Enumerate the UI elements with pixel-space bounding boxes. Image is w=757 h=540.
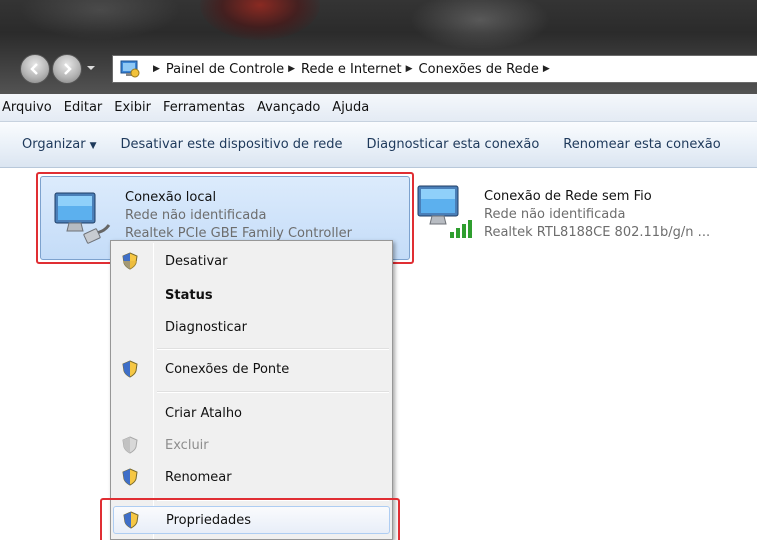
menu-file[interactable]: Arquivo: [0, 100, 60, 115]
ctx-item-bridge[interactable]: Conexões de Ponte: [113, 355, 390, 383]
menu-separator: [157, 348, 389, 350]
uac-shield-icon: [122, 360, 138, 378]
rename-connection-button[interactable]: Renomear esta conexão: [551, 137, 732, 152]
context-menu: Desativar Status Diagnosticar Conexões d…: [110, 240, 393, 540]
address-bar[interactable]: ▶ Painel de Controle ▶ Rede e Internet ▶ C…: [112, 55, 757, 83]
breadcrumb-network-internet[interactable]: Rede e Internet ▶: [301, 62, 419, 77]
diagnose-connection-button[interactable]: Diagnosticar esta conexão: [354, 137, 551, 152]
chevron-down-icon: ▼: [89, 141, 97, 151]
forward-arrow-icon: [64, 63, 72, 75]
back-button[interactable]: [20, 54, 50, 84]
forward-button[interactable]: [52, 54, 82, 84]
command-bar: Organizar ▼ Desativar este dispositivo de…: [0, 122, 757, 168]
ctx-item-diagnose[interactable]: Diagnosticar: [113, 313, 390, 341]
ctx-item-label: Excluir: [165, 437, 209, 453]
back-arrow-icon: [30, 63, 38, 75]
disable-device-button[interactable]: Desativar este dispositivo de rede: [108, 137, 354, 152]
menu-edit[interactable]: Editar: [60, 100, 111, 115]
breadcrumb-control-panel[interactable]: Painel de Controle ▶: [166, 62, 301, 77]
connection-adapter: Realtek RTL8188CE 802.11b/g/n ...: [484, 225, 711, 240]
ctx-item-label: Conexões de Ponte: [165, 361, 290, 377]
menu-separator: [157, 391, 389, 393]
control-panel-icon: [120, 60, 140, 78]
breadcrumb-network-connections[interactable]: Conexões de Rede ▶: [419, 62, 556, 77]
connection-status: Rede não identificada: [484, 207, 626, 222]
highlight-box-properties: [100, 498, 400, 540]
wireless-network-icon: [417, 185, 472, 238]
menu-view[interactable]: Exibir: [110, 100, 159, 115]
organize-button[interactable]: Organizar ▼: [0, 137, 108, 152]
ctx-item-shortcut[interactable]: Criar Atalho: [113, 399, 390, 427]
ctx-item-rename[interactable]: Renomear: [113, 463, 390, 491]
uac-shield-icon: [122, 436, 138, 454]
ctx-item-label: Renomear: [165, 469, 232, 485]
ctx-item-status[interactable]: Status: [113, 281, 390, 309]
ctx-item-label: Diagnosticar: [165, 319, 247, 335]
menu-tools[interactable]: Ferramentas: [159, 100, 253, 115]
window-titlebar: ▶ Painel de Controle ▶ Rede e Internet ▶ C…: [0, 0, 757, 94]
uac-shield-icon: [122, 252, 138, 270]
ctx-item-label: Status: [165, 287, 213, 303]
recent-pages-dropdown-icon[interactable]: [86, 63, 96, 73]
menu-help[interactable]: Ajuda: [328, 100, 377, 115]
breadcrumb-separator-icon[interactable]: ▶: [406, 64, 413, 74]
menu-bar: Arquivo Editar Exibir Ferramentas Avança…: [0, 94, 757, 122]
ctx-item-label: Desativar: [165, 253, 228, 269]
breadcrumb-separator-icon[interactable]: ▶: [543, 64, 550, 74]
breadcrumb-separator-icon[interactable]: ▶: [288, 64, 295, 74]
ctx-item-label: Criar Atalho: [165, 405, 243, 421]
connection-name: Conexão de Rede sem Fio: [484, 189, 652, 204]
uac-shield-icon: [122, 468, 138, 486]
ctx-item-delete: Excluir: [113, 431, 390, 459]
connection-item-wireless[interactable]: Conexão de Rede sem Fio Rede não identif…: [412, 176, 757, 246]
ctx-item-disable[interactable]: Desativar: [113, 247, 390, 275]
menu-advanced[interactable]: Avançado: [253, 100, 328, 115]
